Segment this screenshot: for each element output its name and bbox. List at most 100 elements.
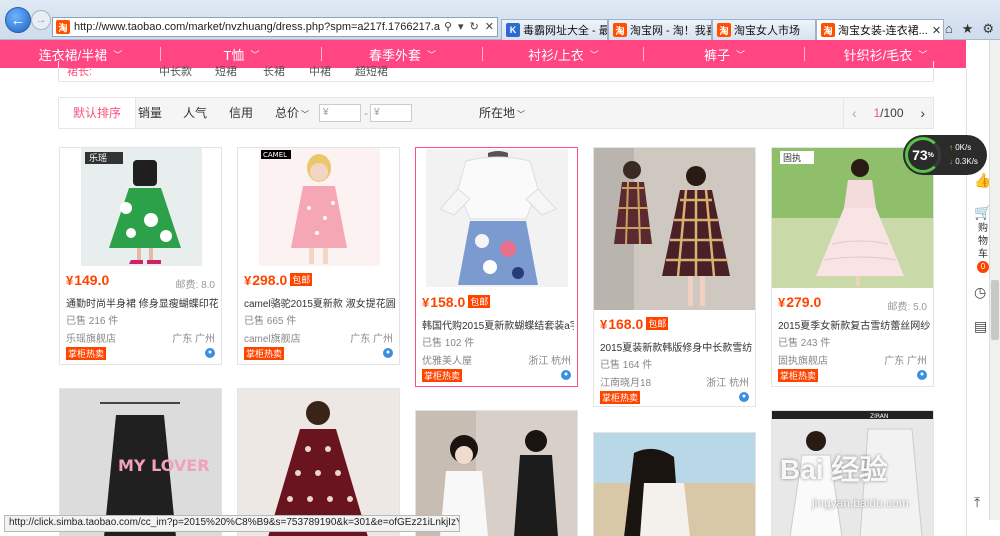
tab-label: 淘宝女装-连衣裙... [838,25,928,37]
tab-dress[interactable]: 淘 淘宝女装-连衣裙... ✕ [816,19,944,40]
filter-option[interactable]: 中长款 [159,63,192,79]
price-min-input[interactable]: ¥ [319,104,361,122]
taobao-favicon-icon: 淘 [717,23,731,37]
chevron-down-icon: ﹀ [589,49,599,60]
watermark-url: jingyan.baidu.com [812,496,909,510]
brand-logo-text: CAMEL [263,151,287,159]
network-speed-widget[interactable]: 73% ↑ 0K/s ↓ 0.3K/s [903,135,987,175]
favorites-icon[interactable]: ★ [962,21,974,37]
wangwang-chat-icon[interactable]: ● [917,370,927,380]
address-bar[interactable]: 淘 http://www.taobao.com/market/nvzhuang/… [52,17,498,37]
taobao-favicon-icon: 淘 [821,23,835,37]
location-filter[interactable]: 所在地 ﹀ [479,98,525,128]
speed-gauge: 73% [905,137,941,173]
product-image[interactable]: CAMEL [259,148,380,266]
tab-women-market[interactable]: 淘 淘宝女人市场 [712,19,816,40]
taobao-favicon-icon: 淘 [56,20,70,34]
product-image[interactable]: MY LOVER [60,389,221,536]
sort-price[interactable]: 总价 ﹀ [275,98,309,128]
home-icon[interactable]: ⌂ [945,21,953,37]
next-page-button[interactable]: › [920,105,925,121]
gear-icon[interactable]: ⚙ [982,21,994,37]
chevron-down-icon: ﹀ [113,49,123,60]
shop-name[interactable]: 乐瑶旗舰店 [66,330,116,345]
filter-option[interactable]: 超短裙 [355,63,388,79]
sort-popularity[interactable]: 人气 [183,98,207,128]
product-card[interactable] [237,388,400,536]
scrollbar[interactable] [989,40,1000,520]
sort-default[interactable]: 默认排序 [59,98,137,128]
shop-name[interactable]: 江南晓月18 [600,374,651,389]
shop-name[interactable]: camel旗舰店 [244,330,301,345]
dropdown-icon[interactable]: ▾ [458,20,464,33]
hot-sale-badge: 掌柜热卖 [422,369,463,382]
product-card[interactable]: 固执 ¥279.0 邮费: 5.0 2015夏季女新款复古雪纺蕾丝网纱... 已… [771,147,934,387]
product-price: ¥149.0 [66,272,110,288]
hot-sale-badge: 掌柜热卖 [66,347,107,360]
close-icon[interactable]: ✕ [485,20,494,33]
price-max-input[interactable]: ¥ [370,104,412,122]
scrollbar-thumb[interactable] [991,280,999,340]
tab-label: 淘宝网 - 淘！我喜欢 [630,25,711,37]
shop-name[interactable]: 优雅美人屋 [422,352,472,367]
hot-sale-badge: 掌柜热卖 [600,391,641,404]
chevron-down-icon: ﹀ [250,49,260,60]
refresh-icon[interactable]: ↻ [470,20,479,33]
download-arrow-icon: ↓ [949,157,953,166]
forward-button[interactable]: → [31,10,51,30]
product-card[interactable]: ¥158.0 包邮 韩国代购2015夏新款蝴蝶结套装a字... 已售 102 件 … [415,147,578,387]
shop-name[interactable]: 固执旗舰店 [778,352,828,367]
wangwang-chat-icon[interactable]: ● [383,348,393,358]
product-title[interactable]: 2015夏装新款韩版修身中长款雪纺... [600,339,752,354]
product-card[interactable]: 乐瑶 ¥149.0 邮费: 8.0 通勤时尚半身裙 修身显瘦蝴蝶印花... 已售… [59,147,222,365]
product-card[interactable]: MY LOVER [59,388,222,536]
product-image[interactable] [594,148,755,310]
watermark-baidu-jingyan: Bai 经验 [780,454,888,485]
sold-count: 已售 164 件 [600,360,653,371]
location: 浙江 杭州 [528,356,571,367]
chevron-down-icon: ﹀ [427,49,437,60]
sort-sales[interactable]: 销量 [138,98,162,128]
product-image[interactable] [238,389,399,536]
tab-label: 毒霸网址大全 - 最... [523,25,607,37]
brand-logo-text: ZIRAN [870,413,888,420]
sort-credit[interactable]: 信用 [229,98,253,128]
product-card[interactable]: CAMEL ¥298.0 包邮 camel骆驼2015夏新款 淑女提花圆... 已… [237,147,400,365]
product-image[interactable] [594,433,755,536]
upload-speed: 0K/s [955,143,972,152]
filter-option[interactable]: 长裙 [263,63,285,79]
wangwang-chat-icon[interactable]: ● [205,348,215,358]
free-shipping-badge: 包邮 [468,295,491,308]
product-price: ¥158.0 包邮 [422,294,491,310]
product-title[interactable]: 通勤时尚半身裙 修身显瘦蝴蝶印花... [66,295,218,310]
url-text: http://www.taobao.com/market/nvzhuang/dr… [74,21,440,33]
search-icon[interactable]: ⚲ [444,20,452,33]
filter-option[interactable]: 中裙 [309,63,331,79]
back-button[interactable]: ← [5,7,31,33]
brand-logo-text: 乐瑶 [89,152,107,164]
status-bar-url: http://click.simba.taobao.com/cc_im?p=20… [4,515,460,532]
tab-close-icon[interactable]: ✕ [932,24,941,37]
location: 浙江 杭州 [706,378,749,389]
product-title[interactable]: 2015夏季女新款复古雪纺蕾丝网纱... [778,317,930,332]
product-card[interactable]: ¥168.0 包邮 2015夏装新款韩版修身中长款雪纺... 已售 164 件 江… [593,147,756,407]
product-title[interactable]: 韩国代购2015夏新款蝴蝶结套装a字... [422,317,574,332]
history-clock-icon[interactable]: ◷ [974,284,986,301]
product-image[interactable]: 乐瑶 [81,148,202,266]
product-image[interactable] [426,149,568,287]
filter-option[interactable]: 短裙 [215,63,237,79]
duba-icon: K [506,23,520,37]
tab-duba[interactable]: K 毒霸网址大全 - 最... [501,19,608,40]
back-to-top-icon[interactable]: ⤒ [974,494,980,511]
wangwang-chat-icon[interactable]: ● [561,370,571,380]
sort-bar: 默认排序 销量 人气 信用 总价 ﹀ ¥ - ¥ 所在地 ﹀ ‹ 1/100 › [58,97,934,129]
prev-page-button[interactable]: ‹ [852,105,857,121]
wangwang-chat-icon[interactable]: ● [739,392,749,402]
filter-row: 裙长: 中长款 短裙 长裙 中裙 超短裙 [58,61,934,82]
upload-arrow-icon: ↑ [949,143,953,152]
product-price: ¥298.0 包邮 [244,272,313,288]
tab-taobao-home[interactable]: 淘 淘宝网 - 淘！我喜欢 [608,19,712,40]
coupon-icon[interactable]: ▤ [974,318,987,335]
product-title[interactable]: camel骆驼2015夏新款 淑女提花圆... [244,295,396,310]
product-card[interactable] [593,432,756,536]
